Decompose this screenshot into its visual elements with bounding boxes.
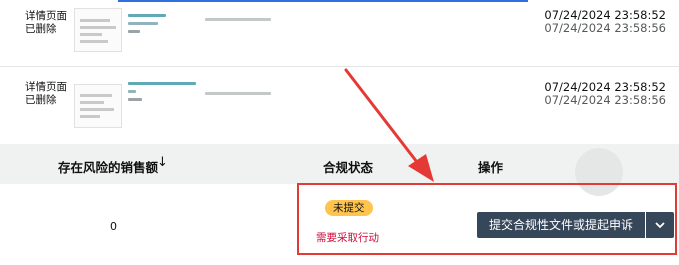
annotation-arrow [344,68,434,182]
